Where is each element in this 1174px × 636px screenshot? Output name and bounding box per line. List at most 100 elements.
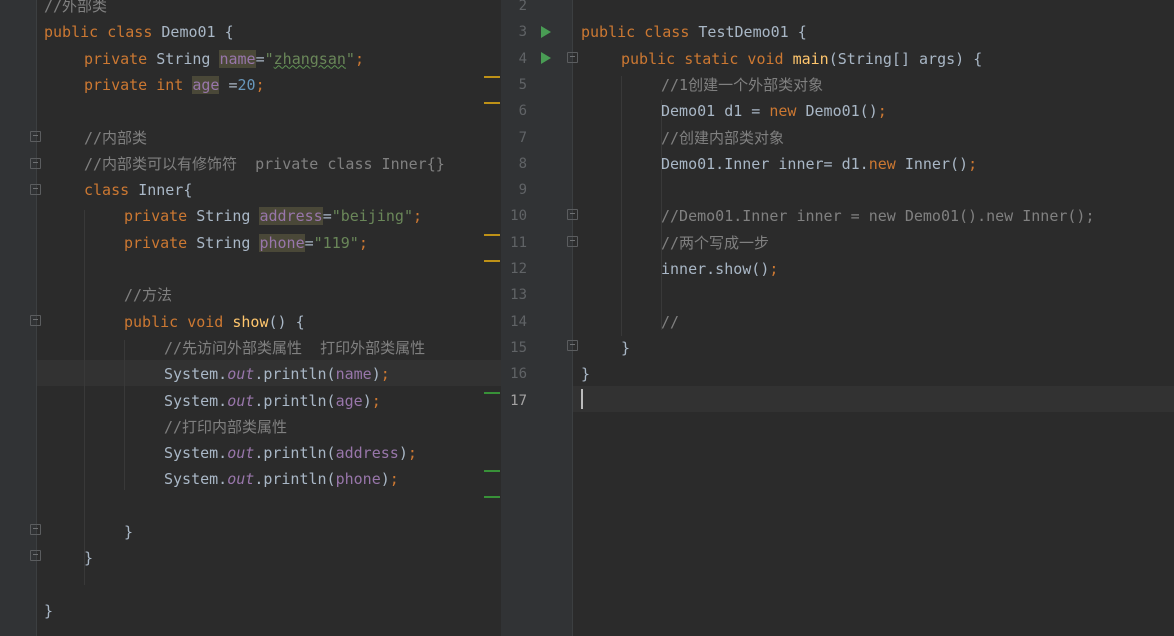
run-gutter-icon[interactable] <box>541 52 551 64</box>
code-line[interactable]: //外部类 <box>44 0 107 19</box>
fold-marker-icon[interactable] <box>30 131 41 142</box>
code-line[interactable]: System.out.println(name); <box>164 361 390 387</box>
changed-stripe <box>484 392 500 394</box>
code-token: } <box>84 549 94 568</box>
code-line[interactable]: //Demo01.Inner inner = new Demo01().new … <box>661 203 1094 229</box>
code-line[interactable]: Demo01 d1 = new Demo01(); <box>661 98 887 124</box>
code-token: //内部类可以有修饰符 private class Inner{} <box>84 154 445 173</box>
code-token: String <box>156 49 220 68</box>
code-token: phone <box>335 470 381 489</box>
code-token: private <box>84 75 157 94</box>
right-editor-pane[interactable]: 2 3 4 5 6 7 8 9 10 11 12 13 14 15 16 17 public class Te… <box>501 0 1174 636</box>
code-token: " <box>264 49 274 68</box>
code-token: String <box>196 207 260 226</box>
fold-marker-icon[interactable] <box>30 550 41 561</box>
code-line[interactable]: private String address="beijing"; <box>124 203 422 229</box>
code-token: out <box>227 444 255 463</box>
code-line[interactable]: } <box>581 361 590 387</box>
code-line[interactable]: } <box>621 335 630 361</box>
code-token: ; <box>407 444 417 463</box>
code-token: public class <box>581 23 699 42</box>
code-token: public static void <box>621 49 793 68</box>
code-token: Inner() <box>904 154 969 173</box>
code-token: .println( <box>254 444 336 463</box>
code-token: inner.show() <box>661 260 770 278</box>
code-token: age <box>192 75 220 94</box>
code-token: (String[] args) { <box>828 49 983 68</box>
code-token: Demo01 { <box>161 23 234 42</box>
code-token: .println( <box>254 470 336 489</box>
fold-marker-icon[interactable] <box>567 209 578 220</box>
code-token: Inner{ <box>138 181 193 200</box>
code-token: ) <box>380 470 390 489</box>
code-line[interactable]: System.out.println(age); <box>164 388 381 414</box>
fold-marker-icon[interactable] <box>30 524 41 535</box>
code-token: () { <box>268 312 305 331</box>
code-token: new <box>769 102 806 121</box>
text-cursor <box>581 389 583 409</box>
code-line[interactable]: class Inner{ <box>84 177 192 203</box>
code-token: public class <box>44 23 162 42</box>
code-line[interactable]: //两个写成一步 <box>661 230 769 256</box>
code-line[interactable]: private String phone="119"; <box>124 230 368 256</box>
code-token: //两个写成一步 <box>661 233 770 252</box>
code-token: ) <box>362 391 372 410</box>
fold-marker-icon[interactable] <box>567 340 578 351</box>
code-token: ; <box>354 49 364 68</box>
code-token: public <box>124 312 188 331</box>
current-line-highlight <box>573 386 1174 412</box>
code-token: System. <box>164 365 228 384</box>
code-token: //Demo01.Inner inner = new Demo01().new … <box>661 207 1095 226</box>
code-token: int <box>156 75 193 94</box>
code-line[interactable]: public class TestDemo01 { <box>581 19 807 45</box>
code-line[interactable]: System.out.println(address); <box>164 440 417 466</box>
warning-stripe <box>484 260 500 262</box>
code-line[interactable]: private String name="zhangsan"; <box>84 46 364 72</box>
code-token: .println( <box>254 365 336 384</box>
line-number: 12 <box>510 261 527 277</box>
code-line[interactable]: //内部类可以有修饰符 private class Inner{} <box>84 151 445 177</box>
changed-stripe <box>484 470 500 472</box>
warning-stripe <box>484 102 500 104</box>
code-line[interactable]: } <box>44 598 53 624</box>
code-line[interactable]: //先访问外部类属性 打印外部类属性 <box>164 335 425 361</box>
code-line[interactable]: } <box>84 545 93 571</box>
code-line[interactable]: private int age =20; <box>84 72 265 98</box>
code-token: //内部类 <box>84 128 148 147</box>
code-token: class <box>84 181 139 200</box>
code-token: // <box>661 312 680 331</box>
fold-marker-icon[interactable] <box>30 184 41 195</box>
code-line[interactable]: public class Demo01 { <box>44 19 234 45</box>
code-line[interactable]: //方法 <box>124 282 172 308</box>
fold-marker-icon[interactable] <box>30 315 41 326</box>
run-gutter-icon[interactable] <box>541 26 551 38</box>
code-line[interactable]: } <box>124 519 133 545</box>
code-token: Demo01() <box>805 102 878 121</box>
code-line[interactable]: // <box>661 309 679 335</box>
code-line[interactable]: //创建内部类对象 <box>661 125 784 151</box>
code-line[interactable]: Demo01.Inner inner= d1.new Inner(); <box>661 151 977 177</box>
code-line[interactable]: public void show() { <box>124 309 305 335</box>
left-editor-pane[interactable]: //外部类 public class Demo01 {private String… <box>0 0 501 636</box>
code-line[interactable]: //内部类 <box>84 125 147 151</box>
line-number: 3 <box>518 24 527 41</box>
code-line[interactable]: public static void main(String[] args) { <box>621 46 982 72</box>
fold-marker-icon[interactable] <box>30 158 41 169</box>
code-line[interactable]: inner.show(); <box>661 256 778 282</box>
indent-guide <box>124 340 125 490</box>
code-line[interactable]: //1创建一个外部类对象 <box>661 72 823 98</box>
code-token: ) <box>371 365 381 384</box>
code-token: ; <box>877 102 887 121</box>
code-line[interactable]: System.out.println(phone); <box>164 466 399 492</box>
fold-marker-icon[interactable] <box>567 236 578 247</box>
fold-marker-icon[interactable] <box>567 52 578 63</box>
code-token: ; <box>255 75 265 94</box>
code-line[interactable]: //打印内部类属性 <box>164 414 287 440</box>
line-number: 7 <box>518 129 527 146</box>
code-token: ; <box>389 470 399 489</box>
code-token: new <box>868 154 905 173</box>
code-token: = <box>322 207 332 226</box>
code-token: } <box>581 365 591 384</box>
code-token: main <box>792 49 829 68</box>
code-token: private <box>124 233 197 252</box>
